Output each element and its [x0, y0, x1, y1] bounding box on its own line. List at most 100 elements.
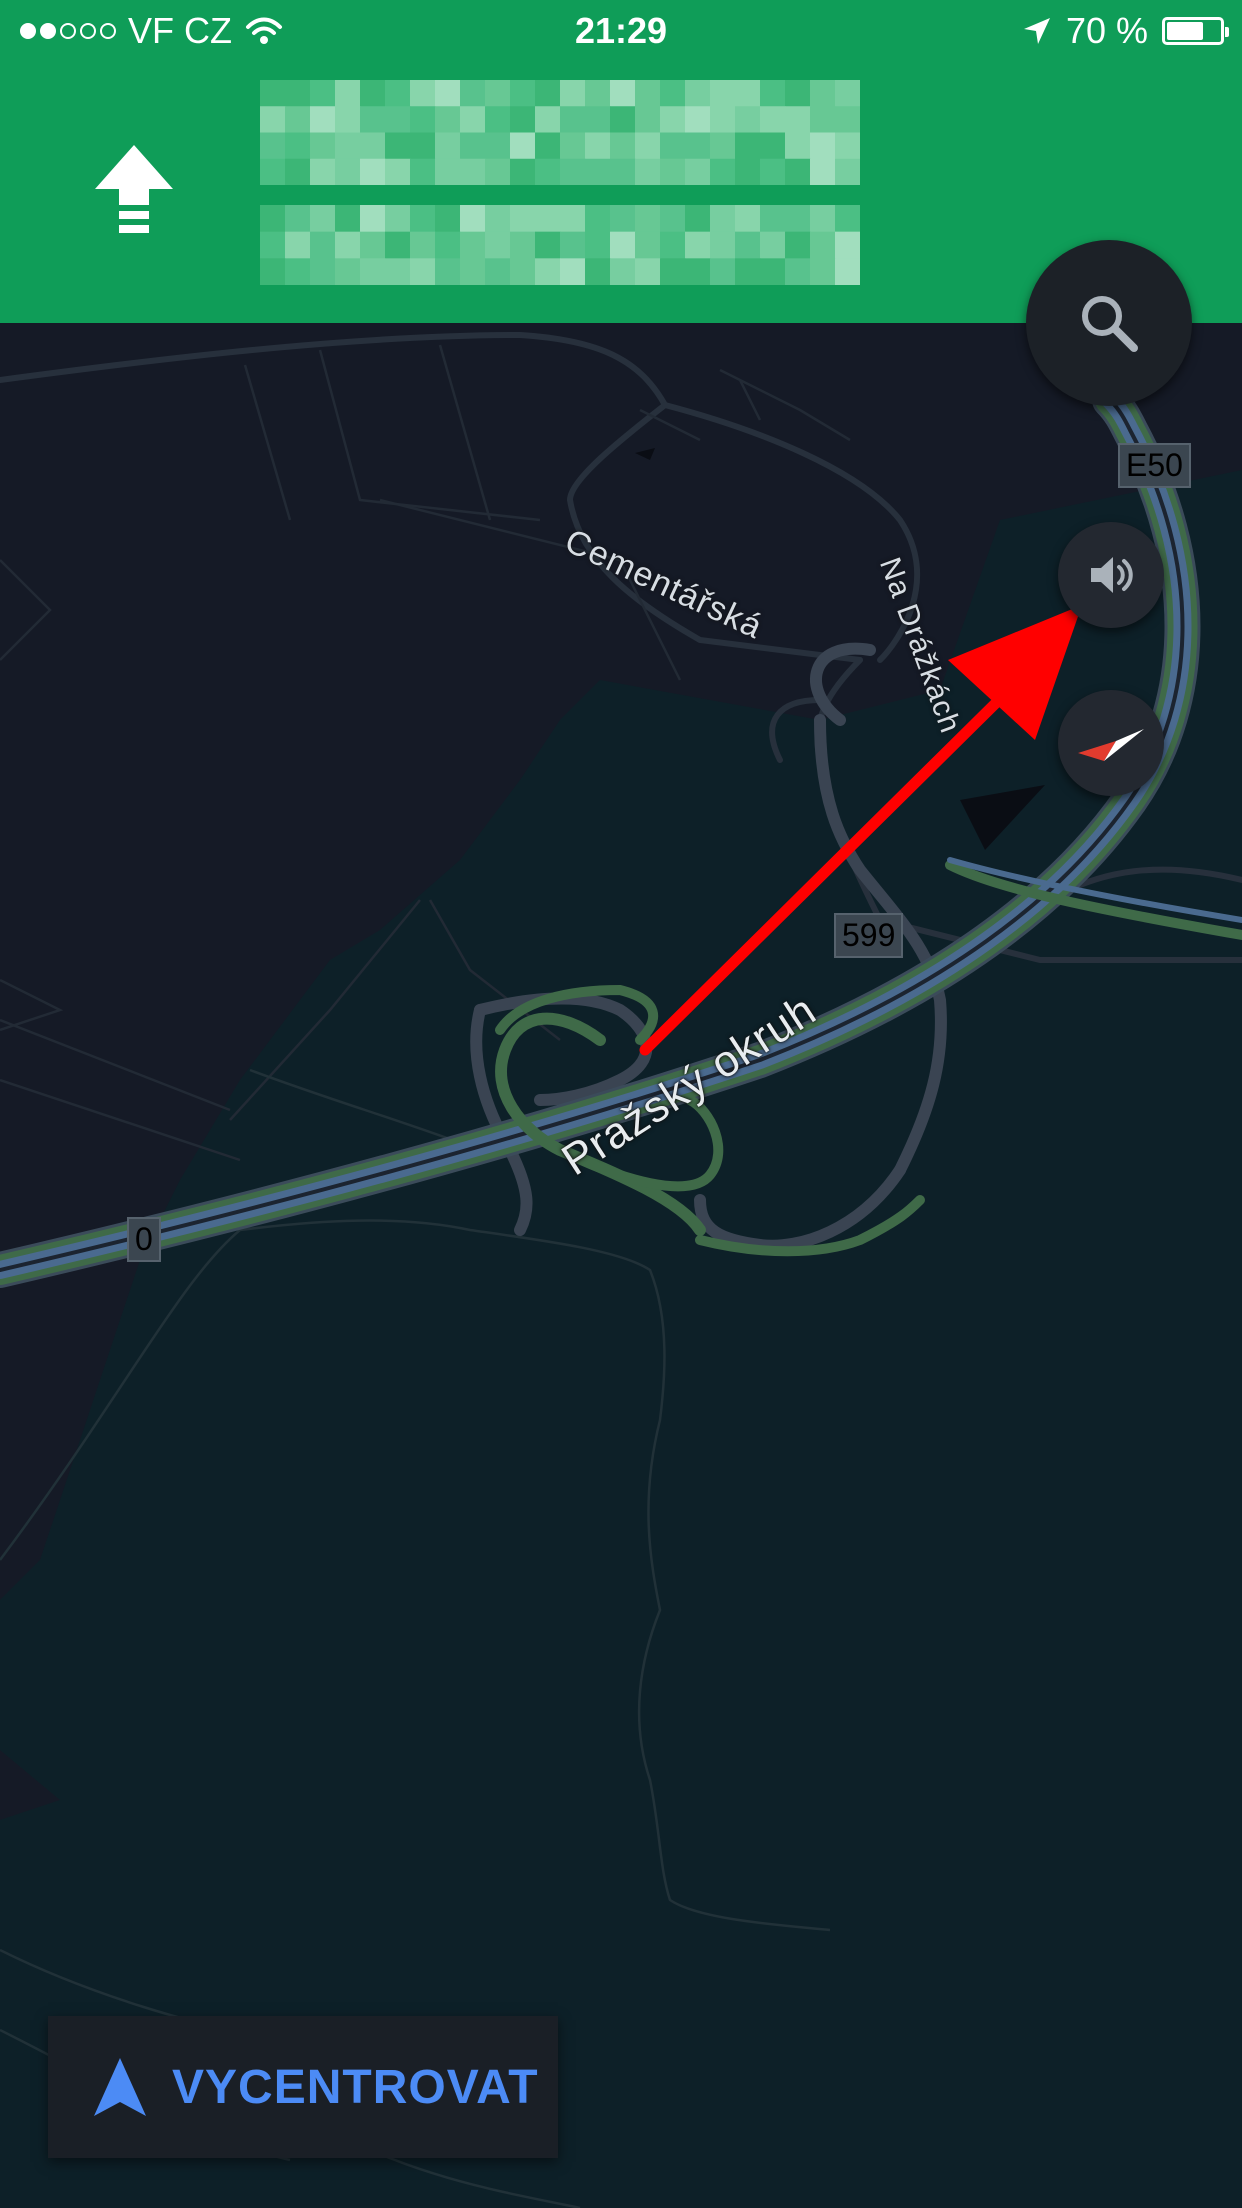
mosaic-tile — [660, 132, 686, 160]
mosaic-tile — [460, 106, 486, 133]
mosaic-tile — [385, 258, 411, 285]
mosaic-tile — [410, 132, 436, 160]
recenter-label: VYCENTROVAT — [172, 2060, 539, 2114]
mosaic-tile — [660, 205, 686, 233]
speaker-icon — [1091, 557, 1133, 593]
mosaic-tile — [785, 132, 811, 160]
mosaic-tile — [635, 258, 661, 285]
mosaic-tile — [560, 205, 586, 233]
mosaic-tile — [285, 205, 311, 233]
route-shield-599: 599 — [834, 913, 904, 958]
mosaic-tile — [385, 80, 411, 107]
mosaic-tile — [260, 80, 286, 107]
mosaic-tile — [535, 132, 561, 160]
mosaic-tile — [435, 158, 461, 185]
mosaic-tile — [510, 258, 536, 285]
mosaic-tile — [585, 205, 611, 233]
mosaic-tile — [335, 158, 361, 185]
mosaic-tile — [510, 80, 536, 107]
mosaic-tile — [835, 231, 860, 259]
mosaic-tile — [335, 231, 361, 259]
mosaic-tile — [610, 205, 636, 233]
mosaic-tile — [410, 106, 436, 133]
location-arrow-icon — [1023, 18, 1050, 44]
mosaic-tile — [435, 231, 461, 259]
mosaic-tile — [635, 106, 661, 133]
mosaic-tile — [635, 80, 661, 107]
mosaic-tile — [810, 258, 836, 285]
mosaic-tile — [360, 205, 386, 233]
mosaic-tile — [460, 132, 486, 160]
mosaic-tile — [260, 258, 286, 285]
mosaic-tile — [560, 258, 586, 285]
mosaic-tile — [685, 132, 711, 160]
mosaic-tile — [410, 80, 436, 107]
mosaic-tile — [335, 258, 361, 285]
mosaic-tile — [535, 106, 561, 133]
mosaic-tile — [285, 132, 311, 160]
mosaic-tile — [360, 231, 386, 259]
mosaic-tile — [610, 231, 636, 259]
mosaic-tile — [810, 231, 836, 259]
mosaic-tile — [610, 132, 636, 160]
mosaic-tile — [710, 132, 736, 160]
mosaic-tile — [560, 106, 586, 133]
mosaic-tile — [685, 106, 711, 133]
mosaic-tile — [735, 258, 761, 285]
mosaic-tile — [410, 158, 436, 185]
mosaic-tile — [710, 158, 736, 185]
mosaic-tile — [385, 158, 411, 185]
mosaic-tile — [835, 258, 860, 285]
mosaic-tile — [785, 106, 811, 133]
mosaic-tile — [710, 80, 736, 107]
mosaic-tile — [535, 205, 561, 233]
mosaic-tile — [560, 158, 586, 185]
mosaic-tile — [685, 205, 711, 233]
mosaic-tile — [735, 132, 761, 160]
mosaic-tile — [410, 205, 436, 233]
compass-button[interactable] — [1058, 690, 1164, 796]
mosaic-tile — [785, 258, 811, 285]
mosaic-tile — [560, 132, 586, 160]
straight-arrow-icon — [95, 145, 173, 233]
mosaic-tile — [635, 132, 661, 160]
mosaic-tile — [585, 158, 611, 185]
mosaic-tile — [385, 231, 411, 259]
mosaic-tile — [535, 231, 561, 259]
mosaic-tile — [585, 80, 611, 107]
search-button[interactable] — [1026, 240, 1192, 406]
mosaic-tile — [585, 258, 611, 285]
mosaic-tile — [285, 80, 311, 107]
compass-icon — [1078, 729, 1144, 761]
mosaic-tile — [385, 205, 411, 233]
mosaic-tile — [560, 231, 586, 259]
mosaic-tile — [810, 205, 836, 233]
mosaic-tile — [410, 231, 436, 259]
mosaic-tile — [485, 80, 511, 107]
mosaic-tile — [460, 80, 486, 107]
battery-percentage: 70 % — [1065, 10, 1148, 51]
recenter-button[interactable]: VYCENTROVAT — [48, 2016, 558, 2158]
mosaic-tile — [435, 80, 461, 107]
mosaic-tile — [835, 158, 860, 185]
mosaic-tile — [260, 158, 286, 185]
building — [960, 785, 1045, 850]
mosaic-tile — [760, 205, 786, 233]
mosaic-tile — [835, 205, 860, 233]
sound-button[interactable] — [1058, 522, 1164, 628]
mosaic-tile — [535, 158, 561, 185]
mosaic-tile — [760, 231, 786, 259]
navigation-arrow-icon — [94, 2058, 146, 2116]
mosaic-tile — [710, 106, 736, 133]
mosaic-tile — [460, 231, 486, 259]
mosaic-tile — [360, 258, 386, 285]
annotation-arrow-head — [948, 605, 1082, 740]
mosaic-tile — [685, 258, 711, 285]
mosaic-tile — [335, 205, 361, 233]
mosaic-tile — [310, 80, 336, 107]
mosaic-tile — [460, 158, 486, 185]
route-shield-e50: E50 — [1118, 443, 1191, 488]
mosaic-tile — [735, 106, 761, 133]
mosaic-tile — [760, 132, 786, 160]
mosaic-tile — [485, 106, 511, 133]
